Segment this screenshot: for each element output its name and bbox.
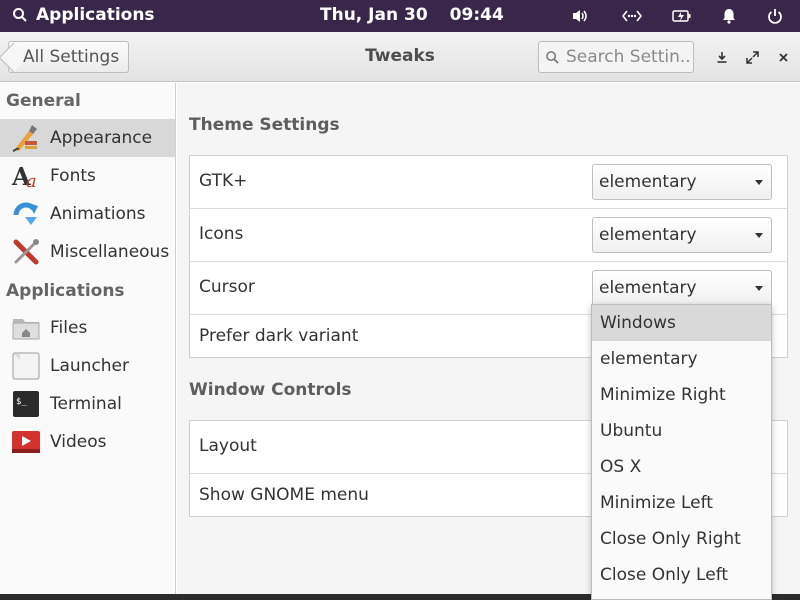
terminal-icon: $_ (10, 388, 42, 420)
sidebar-item-launcher[interactable]: Launcher (0, 347, 175, 385)
sidebar-category-general: General (6, 91, 81, 111)
cursor-label: Cursor (199, 277, 255, 297)
battery-icon[interactable] (672, 7, 692, 25)
sidebar-item-label: Animations (50, 204, 146, 224)
search-input[interactable] (566, 47, 692, 67)
sidebar-item-label: Launcher (50, 356, 130, 376)
sidebar-item-animations[interactable]: Animations (0, 195, 175, 233)
gtk-row: GTK+ elementary (190, 156, 787, 209)
sidebar-item-miscellaneous[interactable]: Miscellaneous (0, 233, 175, 271)
prefer-dark-label: Prefer dark variant (199, 326, 359, 346)
search-icon (546, 50, 559, 64)
maximize-icon[interactable] (744, 49, 760, 65)
cursor-theme-value: elementary (599, 278, 697, 298)
window-title: Tweaks (365, 46, 435, 66)
search-icon (13, 8, 27, 22)
theme-settings-heading: Theme Settings (189, 115, 340, 135)
appearance-icon (10, 122, 42, 154)
icons-row: Icons elementary (190, 209, 787, 262)
sidebar-item-label: Files (50, 318, 88, 338)
cursor-theme-menu: Windows elementary Minimize Right Ubuntu… (591, 304, 772, 600)
download-icon[interactable] (714, 49, 730, 65)
applications-label: Applications (36, 5, 155, 25)
icons-label: Icons (199, 224, 244, 244)
all-settings-back-button[interactable]: All Settings (8, 41, 130, 73)
sidebar-category-applications: Applications (6, 281, 125, 301)
menu-item-minimize-right[interactable]: Minimize Right (592, 377, 771, 413)
icon-theme-value: elementary (599, 225, 697, 245)
menu-item-os-x[interactable]: OS X (592, 449, 771, 485)
search-box[interactable] (538, 41, 694, 73)
chevron-down-icon (755, 286, 763, 291)
files-icon (10, 312, 42, 344)
notifications-icon[interactable] (720, 7, 738, 25)
clock-time: 09:44 (449, 5, 504, 25)
sidebar-item-terminal[interactable]: $_ Terminal (0, 385, 175, 423)
sidebar-item-label: Miscellaneous (50, 242, 170, 262)
sidebar-item-videos[interactable]: Videos (0, 423, 175, 461)
videos-icon (10, 426, 42, 458)
sidebar-item-fonts[interactable]: Aa Fonts (0, 157, 175, 195)
clock-date: Thu, Jan 30 (320, 5, 428, 25)
power-icon[interactable] (766, 7, 784, 25)
network-icon[interactable] (622, 7, 642, 25)
cursor-theme-dropdown[interactable]: elementary (592, 270, 772, 306)
sidebar-item-appearance[interactable]: Appearance (0, 119, 175, 157)
sidebar: General Appearance Aa Fonts Animations M… (0, 83, 176, 594)
icon-theme-dropdown[interactable]: elementary (592, 217, 772, 253)
show-gnome-menu-label: Show GNOME menu (199, 485, 369, 505)
clock[interactable]: Thu, Jan 30 09:44 (320, 5, 504, 25)
chevron-down-icon (755, 233, 763, 238)
launcher-icon (10, 350, 42, 382)
volume-icon[interactable] (571, 7, 589, 25)
menu-item-close-only-right[interactable]: Close Only Right (592, 521, 771, 557)
chevron-down-icon (755, 180, 763, 185)
menu-item-close-only-left[interactable]: Close Only Left (592, 557, 771, 593)
sidebar-item-label: Terminal (50, 394, 122, 414)
top-panel: Applications Thu, Jan 30 09:44 (0, 0, 800, 32)
menu-item-windows[interactable]: Windows (592, 305, 771, 341)
layout-label: Layout (199, 436, 257, 456)
menu-item-minimize-left[interactable]: Minimize Left (592, 485, 771, 521)
sidebar-item-label: Fonts (50, 166, 96, 186)
animations-icon (10, 198, 42, 230)
svg-text:a: a (26, 171, 37, 191)
gtk-theme-dropdown[interactable]: elementary (592, 164, 772, 200)
menu-item-ubuntu[interactable]: Ubuntu (592, 413, 771, 449)
sidebar-item-files[interactable]: Files (0, 309, 175, 347)
menu-item-elementary[interactable]: elementary (592, 341, 771, 377)
gtk-label: GTK+ (199, 171, 248, 191)
gtk-theme-value: elementary (599, 172, 697, 192)
svg-text:$_: $_ (16, 397, 27, 407)
close-icon[interactable] (775, 49, 791, 65)
fonts-icon: Aa (10, 160, 42, 192)
miscellaneous-icon (10, 236, 42, 268)
back-button-label: All Settings (23, 47, 120, 67)
header-bar: All Settings Tweaks (0, 32, 800, 82)
sidebar-item-label: Appearance (50, 128, 153, 148)
window-controls-heading: Window Controls (189, 380, 352, 400)
applications-menu-button[interactable]: Applications (12, 5, 155, 25)
sidebar-item-label: Videos (50, 432, 107, 452)
